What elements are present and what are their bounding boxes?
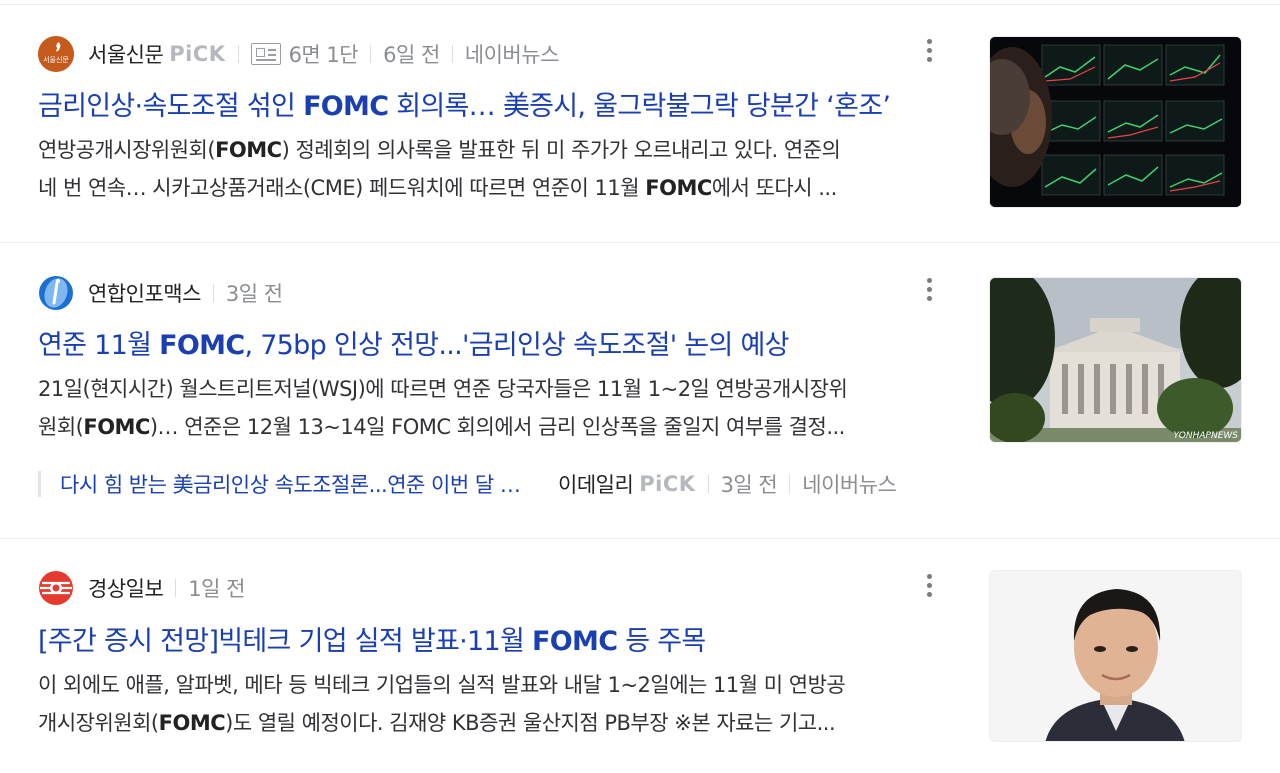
separator bbox=[451, 45, 453, 63]
item-divider bbox=[0, 538, 1280, 539]
article-title[interactable]: [주간 증시 전망]빅테크 기업 실적 발표·11월 FOMC 등 주목 bbox=[38, 619, 938, 658]
pick-badge: PiCK bbox=[639, 472, 696, 496]
related-article: 다시 힘 받는 美금리인상 속도조절론...연준 이번 달 FOMC 이데일리 … bbox=[38, 469, 897, 499]
separator bbox=[707, 475, 709, 493]
article-summary: 연방공개시장위원회(FOMC) 정례회의 의사록을 발표한 뒤 미 주가가 오르… bbox=[38, 138, 841, 200]
svg-text:YONHAPNEWS: YONHAPNEWS bbox=[1173, 431, 1238, 441]
publish-time: 3일 전 bbox=[225, 282, 283, 306]
press-name[interactable]: 경상일보 bbox=[88, 573, 164, 603]
press-name[interactable]: 서울신문 bbox=[88, 39, 164, 69]
article-thumbnail[interactable] bbox=[989, 36, 1242, 208]
meta-row: 연합인포맥스 3일 전 bbox=[38, 275, 283, 311]
more-vertical-icon bbox=[926, 38, 932, 44]
meta-row: 경상일보 1일 전 bbox=[38, 570, 245, 606]
related-title[interactable]: 다시 힘 받는 美금리인상 속도조절론...연준 이번 달 FOMC bbox=[60, 469, 530, 499]
article-thumbnail[interactable] bbox=[989, 570, 1242, 742]
more-vertical-icon bbox=[926, 573, 932, 579]
publish-time: 3일 전 bbox=[720, 473, 778, 497]
newspaper-icon bbox=[250, 43, 281, 65]
related-press[interactable]: 이데일리 bbox=[558, 469, 634, 499]
press-logo-kyongsang[interactable] bbox=[38, 570, 74, 606]
separator bbox=[212, 284, 214, 302]
more-options-button[interactable] bbox=[917, 567, 941, 603]
separator bbox=[237, 45, 239, 63]
meta-row: 서울신문 서울신문 PiCK 6면 1단 6일 전 네이버뉴스 bbox=[38, 36, 559, 72]
separator bbox=[175, 579, 177, 597]
press-name[interactable]: 연합인포맥스 bbox=[88, 278, 201, 308]
related-bar bbox=[38, 471, 41, 497]
separator bbox=[370, 45, 372, 63]
naver-news-link[interactable]: 네이버뉴스 bbox=[465, 39, 560, 69]
paper-position: 6면 1단 bbox=[288, 43, 359, 67]
more-options-button[interactable] bbox=[917, 271, 941, 307]
more-vertical-icon bbox=[926, 277, 932, 283]
press-logo-yonhapinfomax[interactable] bbox=[38, 275, 74, 311]
article-title[interactable]: 연준 11월 FOMC, 75bp 인상 전망...'금리인상 속도조절' 논의… bbox=[38, 323, 938, 362]
item-divider bbox=[0, 242, 1280, 243]
top-divider bbox=[0, 4, 1280, 5]
article-title[interactable]: 금리인상·속도조절 섞인 FOMC 회의록… 美증시, 울그락불그락 당분간 ‘… bbox=[38, 84, 938, 123]
article-thumbnail[interactable]: YONHAPNEWS bbox=[989, 277, 1242, 443]
publish-time: 1일 전 bbox=[188, 577, 245, 601]
naver-news-link[interactable]: 네이버뉴스 bbox=[802, 469, 897, 499]
publish-time: 6일 전 bbox=[383, 43, 440, 67]
svg-text:서울신문: 서울신문 bbox=[43, 55, 69, 64]
article-summary: 21일(현지시간) 월스트리트저널(WSJ)에 따르면 연준 당국자들은 11월… bbox=[38, 377, 848, 439]
more-options-button[interactable] bbox=[917, 32, 941, 68]
separator bbox=[789, 475, 791, 493]
article-summary: 이 외에도 애플, 알파벳, 메타 등 빅테크 기업들의 실적 발표와 내달 1… bbox=[38, 673, 846, 735]
press-logo-seoul[interactable]: 서울신문 bbox=[38, 36, 74, 72]
pick-badge: PiCK bbox=[169, 42, 226, 66]
